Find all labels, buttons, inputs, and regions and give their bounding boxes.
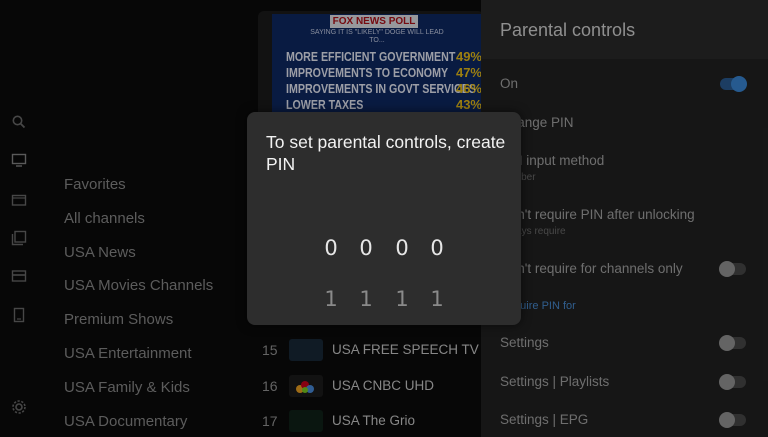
create-pin-dialog: To set parental controls, create PIN 0 0…: [247, 112, 521, 325]
pin-digit[interactable]: 0: [354, 236, 378, 260]
pin-digit-picker[interactable]: 0 0 0 0: [309, 236, 469, 260]
pin-digit[interactable]: 0: [425, 236, 449, 260]
pin-next-digit: 1: [430, 287, 444, 311]
pin-digit[interactable]: 0: [319, 236, 343, 260]
pin-next-digit: 1: [324, 287, 338, 311]
pin-next-digit: 1: [395, 287, 409, 311]
pin-next-digit: 1: [359, 287, 373, 311]
dialog-title: To set parental controls, create PIN: [266, 132, 506, 174]
pin-next-digits: 1 1 1 1: [309, 287, 469, 311]
pin-digit[interactable]: 0: [390, 236, 414, 260]
